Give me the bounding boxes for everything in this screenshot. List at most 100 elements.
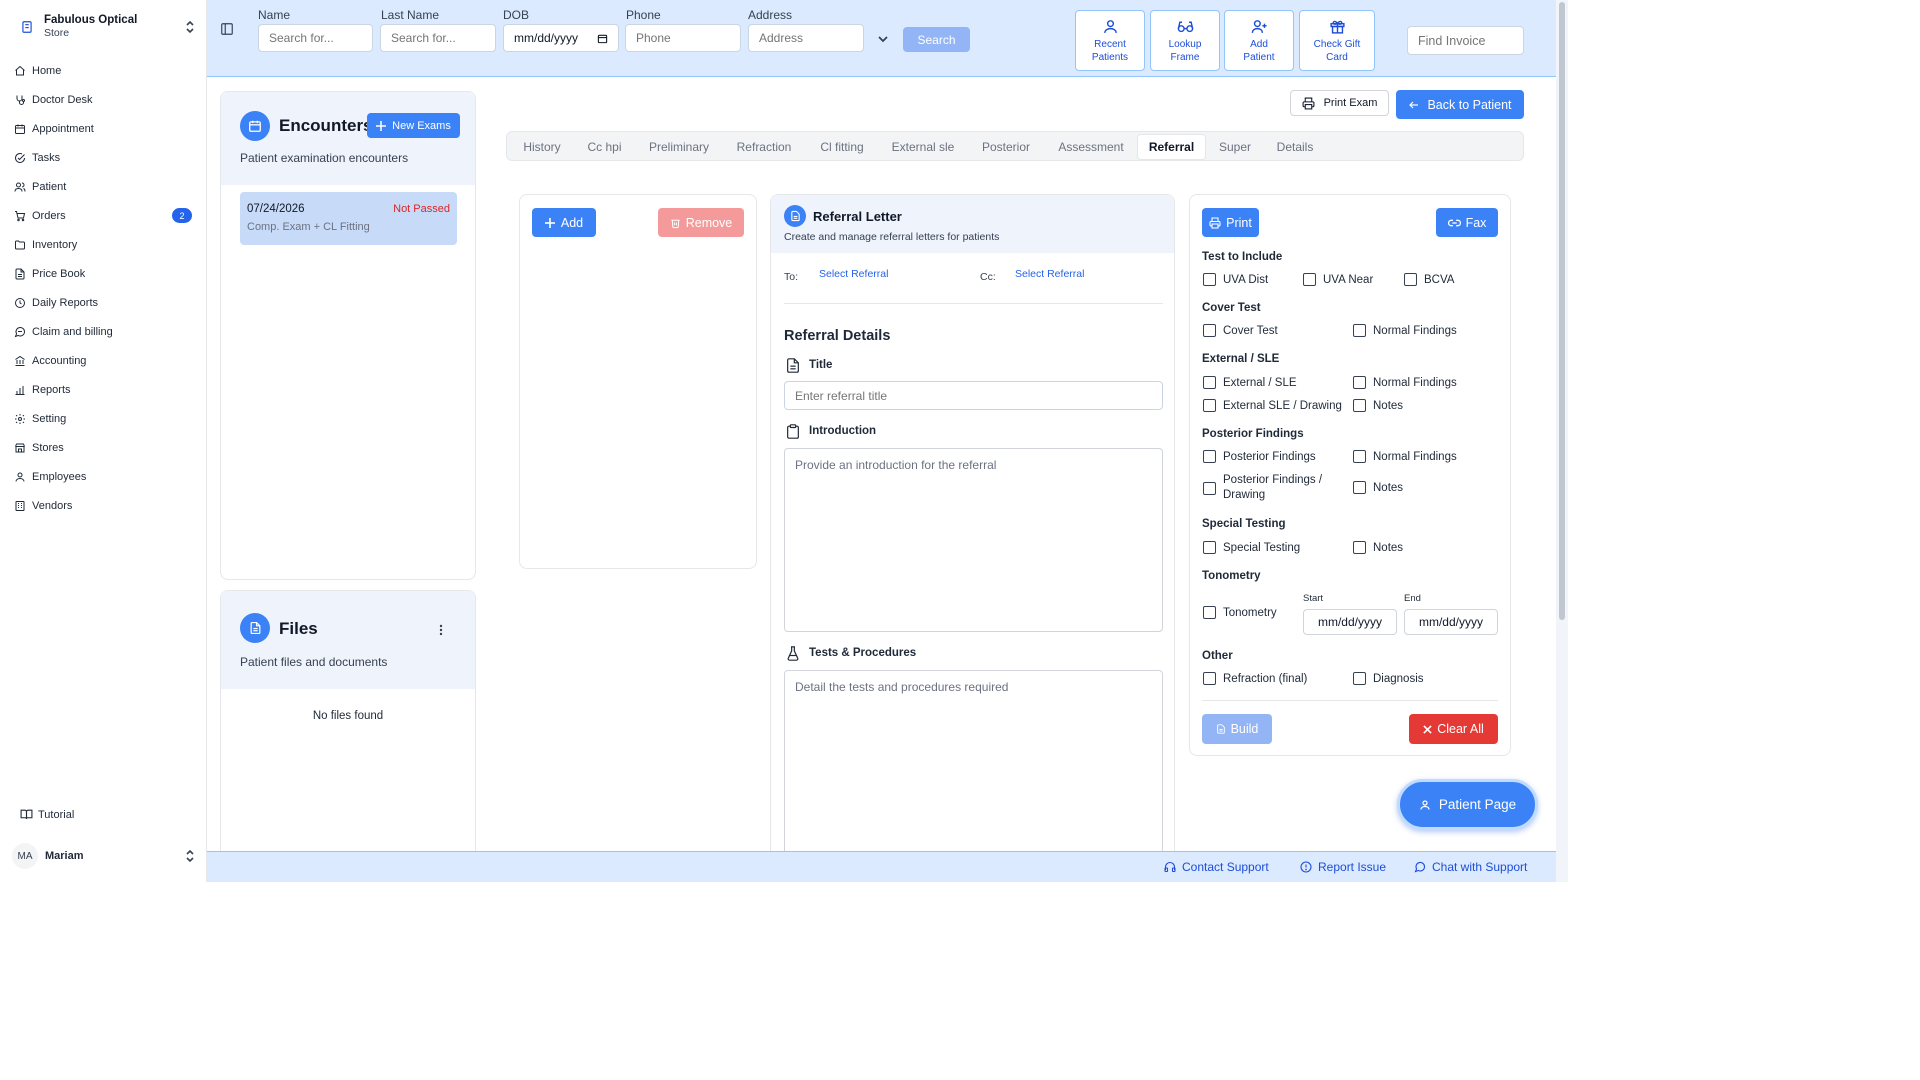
tests-textarea[interactable]: Detail the tests and procedures required: [784, 670, 1163, 871]
search-button[interactable]: Search: [903, 27, 970, 52]
dob-input[interactable]: mm/dd/yyyy: [503, 24, 619, 52]
refraction-final-checkbox[interactable]: Refraction (final): [1203, 672, 1307, 685]
sidebar-item-patient[interactable]: Patient: [10, 172, 196, 201]
chat-icon: [1414, 861, 1426, 873]
sidebar-item-home[interactable]: Home: [10, 56, 196, 85]
tab-assessment[interactable]: Assessment: [1047, 134, 1135, 160]
name-input[interactable]: [258, 24, 373, 52]
sidebar-toggle-icon[interactable]: [220, 22, 234, 36]
files-subtitle: Patient files and documents: [240, 655, 388, 669]
new-exams-button[interactable]: New Exams: [367, 113, 460, 138]
sidebar-item-label: Patient: [32, 180, 67, 193]
uva-near-checkbox[interactable]: UVA Near: [1303, 273, 1373, 286]
sidebar-item-claim-and-billing[interactable]: Claim and billing: [10, 317, 196, 346]
find-invoice-input[interactable]: [1407, 26, 1524, 55]
encounter-item[interactable]: 07/24/2026 Not Passed Comp. Exam + CL Fi…: [240, 192, 457, 245]
posterior-drawing-checkbox[interactable]: Posterior Findings / Drawing: [1203, 473, 1322, 503]
recent-patients-button[interactable]: Recent Patients: [1075, 10, 1145, 71]
lookup-frame-button[interactable]: Lookup Frame: [1150, 10, 1220, 71]
test-options-panel: Print Fax Test to Include UVA Dist UVA N…: [1189, 194, 1511, 756]
user-plus-icon: [1250, 18, 1269, 35]
cover-normal-findings-checkbox[interactable]: Normal Findings: [1353, 324, 1457, 337]
posterior-notes-checkbox[interactable]: Notes: [1353, 481, 1403, 494]
tab-posterior[interactable]: Posterior: [969, 134, 1043, 160]
tab-history[interactable]: History: [511, 134, 573, 160]
more-vertical-icon[interactable]: [439, 624, 443, 636]
cc-select[interactable]: Select Referral: [1015, 268, 1084, 280]
sidebar-item-orders[interactable]: Orders 2: [10, 201, 196, 230]
to-select[interactable]: Select Referral: [819, 268, 888, 280]
patient-page-button[interactable]: Patient Page: [1397, 779, 1538, 830]
posterior-findings-checkbox[interactable]: Posterior Findings: [1203, 450, 1316, 463]
store-icon: [14, 442, 32, 454]
recent-patients-line2: Patients: [1091, 51, 1129, 63]
special-notes-checkbox[interactable]: Notes: [1353, 541, 1403, 554]
special-testing-checkbox[interactable]: Special Testing: [1203, 541, 1300, 554]
fax-button[interactable]: Fax: [1436, 208, 1498, 237]
address-label: Address: [748, 8, 793, 22]
sidebar-item-doctor-desk[interactable]: Doctor Desk: [10, 85, 196, 114]
tab-super[interactable]: Super: [1210, 134, 1260, 160]
external-notes-checkbox[interactable]: Notes: [1353, 399, 1403, 412]
build-button[interactable]: Build: [1202, 714, 1272, 744]
sidebar-item-employees[interactable]: Employees: [10, 462, 196, 491]
sidebar-item-tasks[interactable]: Tasks: [10, 143, 196, 172]
tonometry-start-date[interactable]: mm/dd/yyyy: [1303, 609, 1397, 635]
uva-dist-checkbox[interactable]: UVA Dist: [1203, 273, 1268, 286]
report-issue-link[interactable]: Report Issue: [1300, 860, 1386, 874]
report-issue-label: Report Issue: [1318, 860, 1387, 874]
tab-external-sle[interactable]: External sle: [881, 134, 965, 160]
sidebar-item-stores[interactable]: Stores: [10, 433, 196, 462]
tonometry-end-date[interactable]: mm/dd/yyyy: [1404, 609, 1498, 635]
sidebar-item-daily-reports[interactable]: Daily Reports: [10, 288, 196, 317]
sidebar-item-price-book[interactable]: Price Book: [10, 259, 196, 288]
referral-title-input[interactable]: [784, 381, 1163, 410]
user-menu[interactable]: MA Mariam: [12, 842, 196, 870]
last-name-input[interactable]: [380, 24, 496, 52]
add-patient-button[interactable]: Add Patient: [1224, 10, 1294, 71]
tab-cl-fitting[interactable]: Cl fitting: [807, 134, 877, 160]
back-to-patient-button[interactable]: Back to Patient: [1396, 90, 1524, 119]
tutorial-link[interactable]: Tutorial: [20, 808, 74, 821]
check-gift-card-button[interactable]: Check Gift Card: [1299, 10, 1375, 71]
scrollbar-thumb[interactable]: [1559, 2, 1565, 620]
tab-details[interactable]: Details: [1264, 134, 1326, 160]
referral-letter-title: Referral Letter: [813, 209, 902, 224]
tab-cc-hpi[interactable]: Cc hpi: [576, 134, 633, 160]
test-include-heading: Test to Include: [1202, 251, 1283, 263]
store-switcher[interactable]: Fabulous Optical Store: [14, 10, 196, 44]
vertical-scrollbar[interactable]: [1556, 0, 1568, 882]
print-exam-button[interactable]: Print Exam: [1290, 90, 1389, 116]
tab-refraction[interactable]: Refraction: [725, 134, 803, 160]
contact-support-link[interactable]: Contact Support: [1164, 860, 1269, 874]
remove-button[interactable]: Remove: [658, 208, 744, 237]
posterior-normal-findings-checkbox[interactable]: Normal Findings: [1353, 450, 1457, 463]
cover-test-checkbox[interactable]: Cover Test: [1203, 324, 1278, 337]
remove-label: Remove: [685, 215, 733, 230]
sidebar-item-setting[interactable]: Setting: [10, 404, 196, 433]
address-input[interactable]: [748, 24, 864, 52]
chat-support-link[interactable]: Chat with Support: [1414, 860, 1527, 874]
tonometry-checkbox[interactable]: Tonometry: [1203, 606, 1277, 619]
clear-all-button[interactable]: Clear All: [1409, 714, 1498, 744]
external-normal-findings-checkbox[interactable]: Normal Findings: [1353, 376, 1457, 389]
bcva-checkbox[interactable]: BCVA: [1404, 273, 1454, 286]
introduction-textarea[interactable]: Provide an introduction for the referral: [784, 448, 1163, 632]
external-drawing-checkbox[interactable]: External SLE / Drawing: [1203, 399, 1342, 412]
store-icon: [14, 20, 40, 34]
phone-input[interactable]: [625, 24, 741, 52]
print-button[interactable]: Print: [1202, 208, 1259, 237]
tab-preliminary[interactable]: Preliminary: [637, 134, 721, 160]
diagnosis-checkbox[interactable]: Diagnosis: [1353, 672, 1424, 685]
external-sle-checkbox[interactable]: External / SLE: [1203, 376, 1297, 389]
sidebar-item-accounting[interactable]: Accounting: [10, 346, 196, 375]
add-button[interactable]: Add: [532, 208, 596, 237]
clipboard-icon: [785, 423, 801, 440]
tab-referral[interactable]: Referral: [1137, 134, 1206, 160]
sidebar-item-reports[interactable]: Reports: [10, 375, 196, 404]
chevron-down-icon[interactable]: [877, 33, 889, 45]
phone-label: Phone: [626, 8, 661, 22]
sidebar-item-vendors[interactable]: Vendors: [10, 491, 196, 520]
sidebar-item-appointment[interactable]: Appointment: [10, 114, 196, 143]
sidebar-item-inventory[interactable]: Inventory: [10, 230, 196, 259]
